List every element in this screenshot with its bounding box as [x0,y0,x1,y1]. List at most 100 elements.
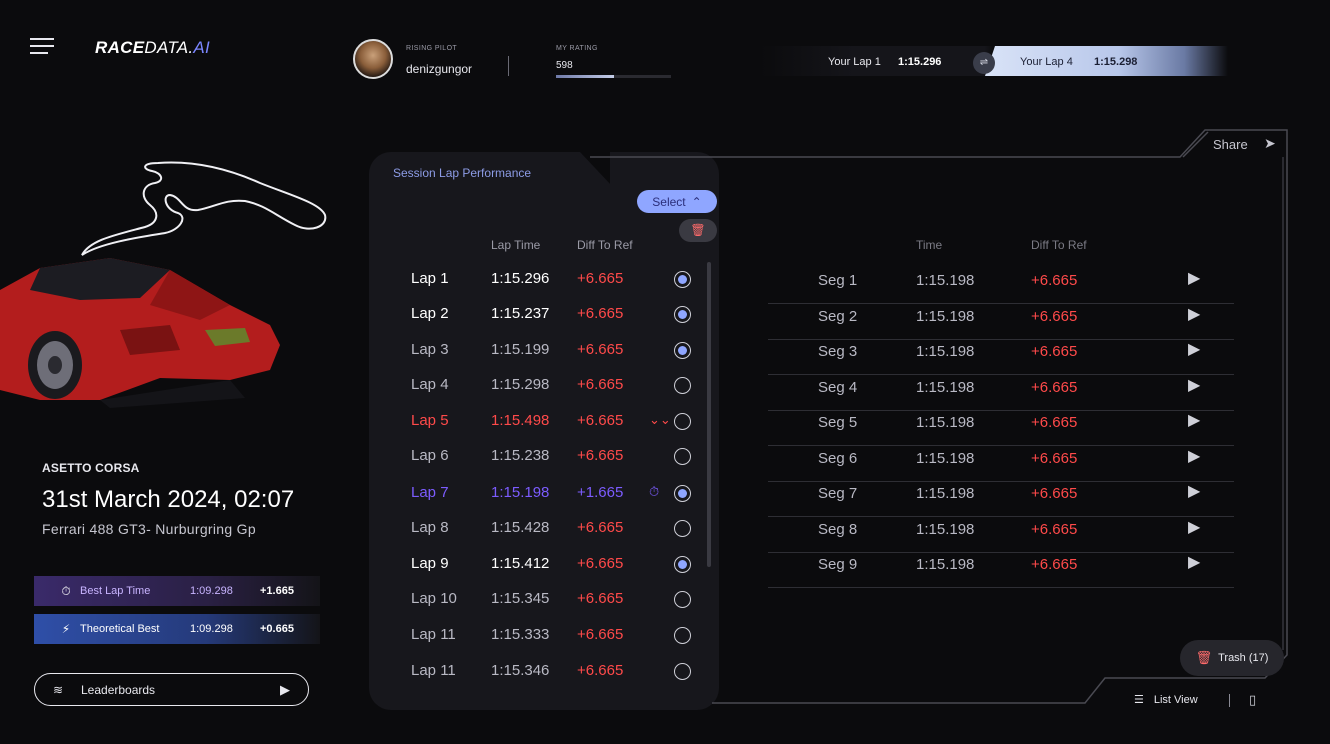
segment-row[interactable]: Seg 9 1:15.198 +6.665 ▶ [768,552,1234,588]
lap-select-radio[interactable] [674,377,691,394]
lap-name: Lap 2 [411,305,449,322]
segment-row[interactable]: Seg 3 1:15.198 +6.665 ▶ [768,339,1234,375]
lap-select-radio[interactable] [674,591,691,608]
lap-diff: +6.665 [577,662,624,679]
lap-select-radio[interactable] [674,448,691,465]
segment-diff: +6.665 [1031,449,1078,467]
lap-select-radio[interactable] [674,485,691,502]
swap-icon[interactable]: ⇌ [973,52,995,74]
chevron-right-icon[interactable]: ▶ [1188,552,1200,572]
lap-select-radio[interactable] [674,413,691,430]
lap-row[interactable]: Lap 4 1:15.298 +6.665 [411,376,701,406]
chevron-right-icon: ▶ [280,681,290,697]
lap-select-radio[interactable] [674,627,691,644]
hamburger-icon[interactable] [30,38,54,56]
lap-name: Lap 10 [411,590,457,607]
avatar[interactable] [353,39,393,79]
paper-plane-icon[interactable]: ➤ [1264,135,1276,152]
segment-row[interactable]: Seg 6 1:15.198 +6.665 ▶ [768,446,1234,482]
segment-row[interactable]: Seg 1 1:15.198 +6.665 ▶ [768,268,1234,304]
game-title: ASETTO CORSA [42,461,140,475]
lap-row[interactable]: Lap 10 1:15.345 +6.665 [411,590,701,620]
lap-diff: +6.665 [577,270,624,287]
segment-row[interactable]: Seg 4 1:15.198 +6.665 ▶ [768,375,1234,411]
logo-ai: AI [193,38,211,57]
segment-row[interactable]: Seg 2 1:15.198 +6.665 ▶ [768,304,1234,340]
stopwatch-icon: ⏱ [61,583,71,598]
segment-diff: +6.665 [1031,556,1078,573]
segment-name: Seg 7 [818,485,858,502]
lap-time: 1:15.199 [491,341,550,358]
segment-diff: +6.665 [1031,485,1078,502]
trash-icon[interactable]: 🗑 [679,219,717,242]
lap-time: 1:15.412 [491,555,550,572]
compare-left-label: Your Lap 1 [828,56,881,68]
car-image [0,258,280,408]
lap-time: 1:15.198 [491,484,550,501]
rating-label: MY RATING [556,45,598,52]
segment-row[interactable]: Seg 7 1:15.198 +6.665 ▶ [768,481,1234,517]
leaderboards-button[interactable]: ≋ Leaderboards ▶ [34,673,309,706]
lap-row[interactable]: Lap 11 1:15.333 +6.665 [411,626,701,656]
chevron-right-icon[interactable]: ▶ [1188,339,1200,359]
lap-row[interactable]: Lap 3 1:15.199 +6.665 [411,341,701,371]
lap-select-radio[interactable] [674,663,691,680]
session-datetime: 31st March 2024, 02:07 [42,486,295,513]
lap-select-radio[interactable] [674,556,691,573]
lap-row[interactable]: Lap 6 1:15.238 +6.665 [411,447,701,477]
lap-name: Lap 9 [411,555,449,572]
leaderboards-label: Leaderboards [81,682,156,697]
lap-row[interactable]: Lap 11 1:15.346 +6.665 [411,662,701,692]
chevron-right-icon[interactable]: ▶ [1188,410,1200,430]
lap-time: 1:15.296 [491,270,550,287]
select-button[interactable]: Select ⌃ [637,190,717,213]
segment-row[interactable]: Seg 5 1:15.198 +6.665 ▶ [768,410,1234,446]
stopwatch-icon: ⏱ [649,484,660,499]
segment-row[interactable]: Seg 8 1:15.198 +6.665 ▶ [768,517,1234,553]
trash-label: Trash (17) [1218,652,1269,664]
divider [508,56,509,76]
chevron-right-icon[interactable]: ▶ [1188,481,1200,501]
chevron-right-icon[interactable]: ▶ [1188,304,1200,324]
lap-time: 1:15.333 [491,626,550,643]
segment-diff: +6.665 [1031,414,1078,431]
lap-row[interactable]: Lap 7 1:15.198 +1.665 ⏱ [411,484,701,514]
lap-select-radio[interactable] [674,520,691,537]
segment-time: 1:15.198 [916,307,975,325]
lap-row[interactable]: Lap 8 1:15.428 +6.665 [411,519,701,549]
lap-time: 1:15.346 [491,662,550,679]
lap-select-radio[interactable] [674,306,691,323]
list-view-label: List View [1153,693,1198,706]
chevron-right-icon[interactable]: ▶ [1188,375,1200,395]
lap-row[interactable]: Lap 9 1:15.412 +6.665 [411,555,701,585]
best-lap-time: 1:09.298 [190,585,233,597]
list-view-button[interactable]: ☰ List View [1134,693,1198,707]
lap-name: Lap 11 [411,626,456,643]
lap-row[interactable]: Lap 2 1:15.237 +6.665 [411,305,701,335]
app-logo[interactable]: RACEDATA.AI [95,38,210,58]
share-button[interactable]: Share [1213,137,1248,152]
trash-button[interactable]: 🗑 Trash (17) [1180,640,1284,676]
chevron-right-icon[interactable]: ▶ [1188,446,1200,466]
chevron-right-icon[interactable]: ▶ [1188,517,1200,537]
segment-diff: +6.665 [1031,378,1078,396]
layers-icon: ≋ [53,682,64,697]
lap-time: 1:15.428 [491,519,550,536]
segment-diff: +6.665 [1031,520,1078,538]
theoretical-best-time: 1:09.298 [190,623,233,635]
lap-select-radio[interactable] [674,342,691,359]
segment-name: Seg 5 [818,414,858,431]
lap-select-radio[interactable] [674,271,691,288]
lap-list-scrollbar[interactable] [707,262,711,567]
lap-row[interactable]: Lap 5 1:15.498 +6.665 ⌄⌄ [411,412,701,442]
lap-diff: +6.665 [577,519,624,536]
map-icon[interactable]: ▯ [1249,692,1256,708]
lap-diff: +6.665 [577,412,624,429]
theoretical-best-diff: +0.665 [260,623,294,635]
lap-diff: +6.665 [577,590,624,607]
lap-row[interactable]: Lap 1 1:15.296 +6.665 [411,270,701,300]
lap-diff: +6.665 [577,341,624,358]
chevron-right-icon[interactable]: ▶ [1188,268,1200,288]
segment-time: 1:15.198 [916,520,975,538]
best-lap-diff: +1.665 [260,585,294,597]
